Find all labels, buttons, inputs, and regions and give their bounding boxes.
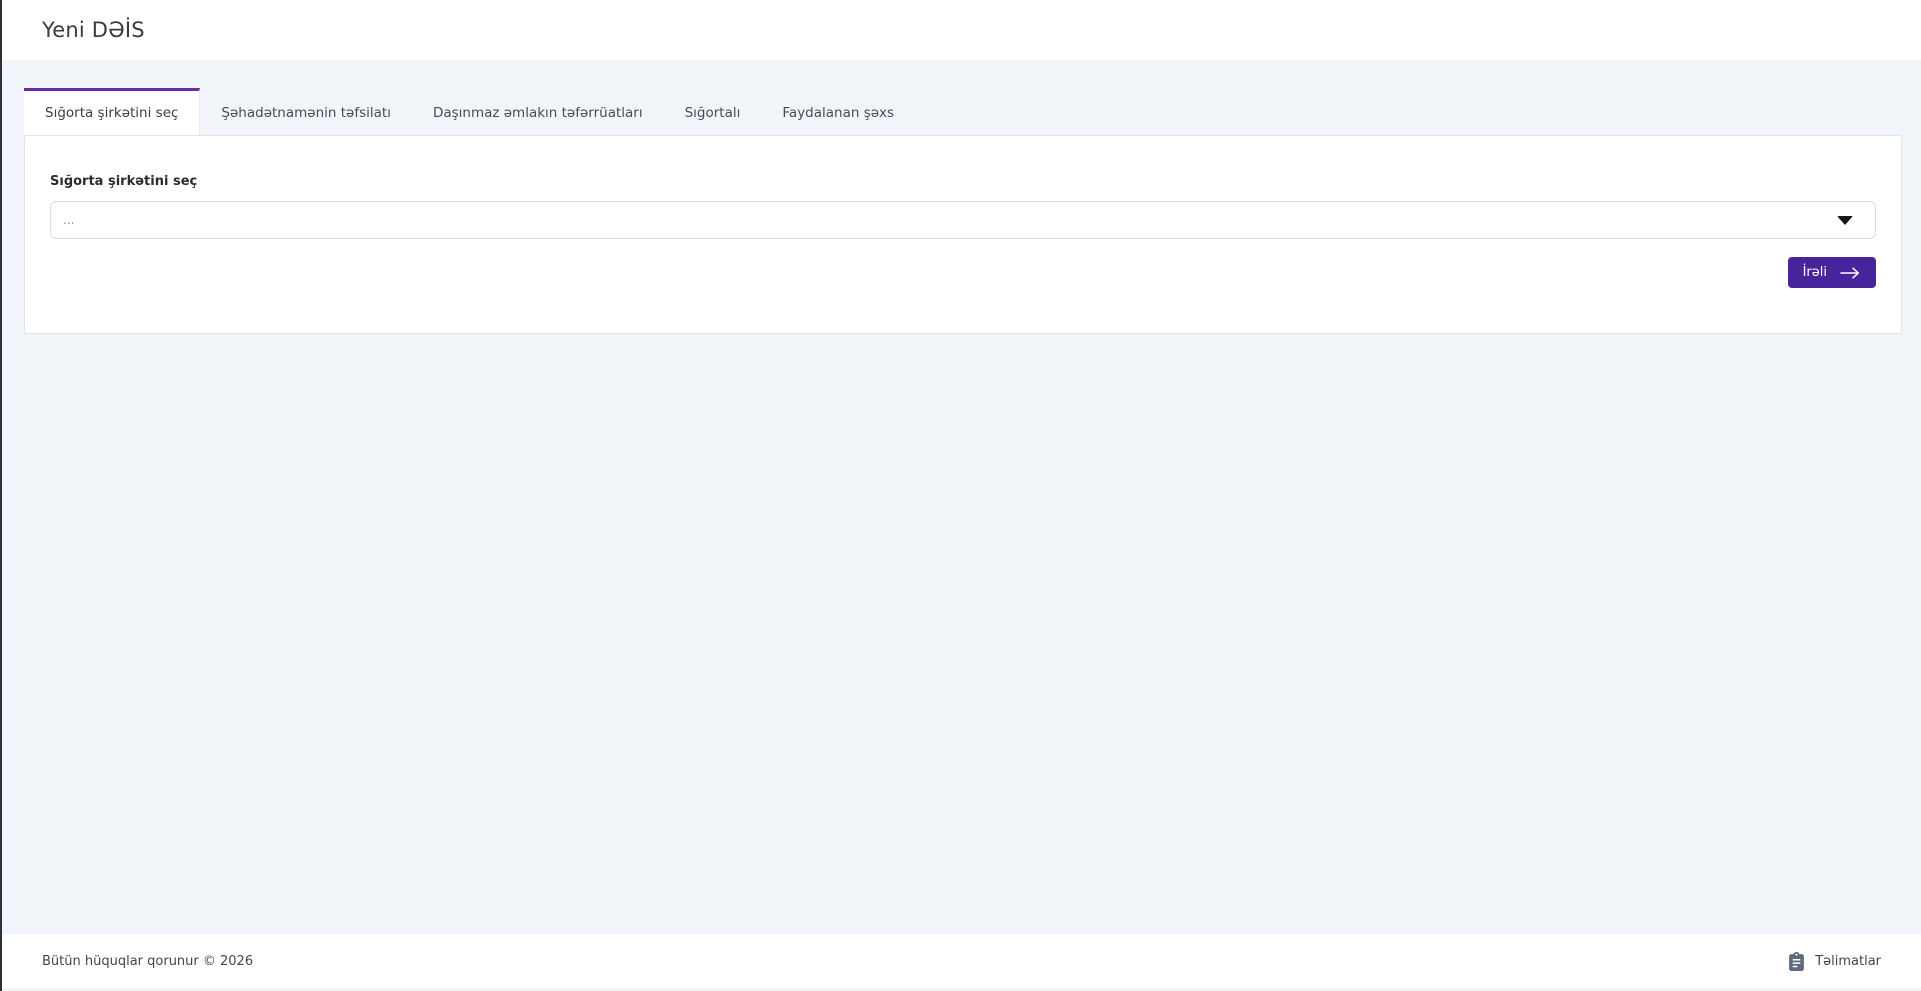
- tab-sigorta-sirketini-sec[interactable]: Sığorta şirkətini seç: [24, 88, 200, 135]
- arrow-right-icon: [1840, 267, 1861, 279]
- tab-faydalanan-sexs[interactable]: Faydalanan şəxs: [761, 88, 915, 135]
- instructions-label: Təlimatlar: [1815, 954, 1881, 969]
- button-row: İrəli: [50, 257, 1876, 288]
- form-card: Sığorta şirkətini seç ... İrəli: [24, 135, 1902, 334]
- tab-sigortali[interactable]: Sığortalı: [664, 88, 762, 135]
- tab-sehadetnamenin-tefsilati[interactable]: Şəhadətnamənin təfsilatı: [200, 88, 412, 135]
- next-button[interactable]: İrəli: [1788, 257, 1876, 288]
- insurance-company-select[interactable]: ...: [50, 201, 1876, 239]
- instructions-link[interactable]: Təlimatlar: [1788, 952, 1881, 971]
- footer: Bütün hüquqlar qorunur © 2026 Təlimatlar: [2, 934, 1921, 988]
- caret-down-icon: [1837, 216, 1853, 225]
- copyright-text: Bütün hüquqlar qorunur © 2026: [42, 954, 253, 969]
- tab-bar: Sığorta şirkətini seç Şəhadətnamənin təf…: [24, 88, 1901, 135]
- tab-dasinmaz-emlakin-teferruatlari[interactable]: Daşınmaz əmlakın təfərrüatları: [412, 88, 664, 135]
- page: Yeni DƏİS Sığorta şirkətini seç Şəhadətn…: [0, 0, 1921, 991]
- page-title: Yeni DƏİS: [42, 18, 145, 42]
- next-button-label: İrəli: [1803, 265, 1827, 280]
- insurance-company-select-value: ...: [63, 213, 74, 227]
- clipboard-icon: [1788, 952, 1805, 971]
- content-spacer: [2, 334, 1921, 934]
- insurance-company-label: Sığorta şirkətini seç: [50, 174, 1876, 189]
- header: Yeni DƏİS: [2, 0, 1921, 60]
